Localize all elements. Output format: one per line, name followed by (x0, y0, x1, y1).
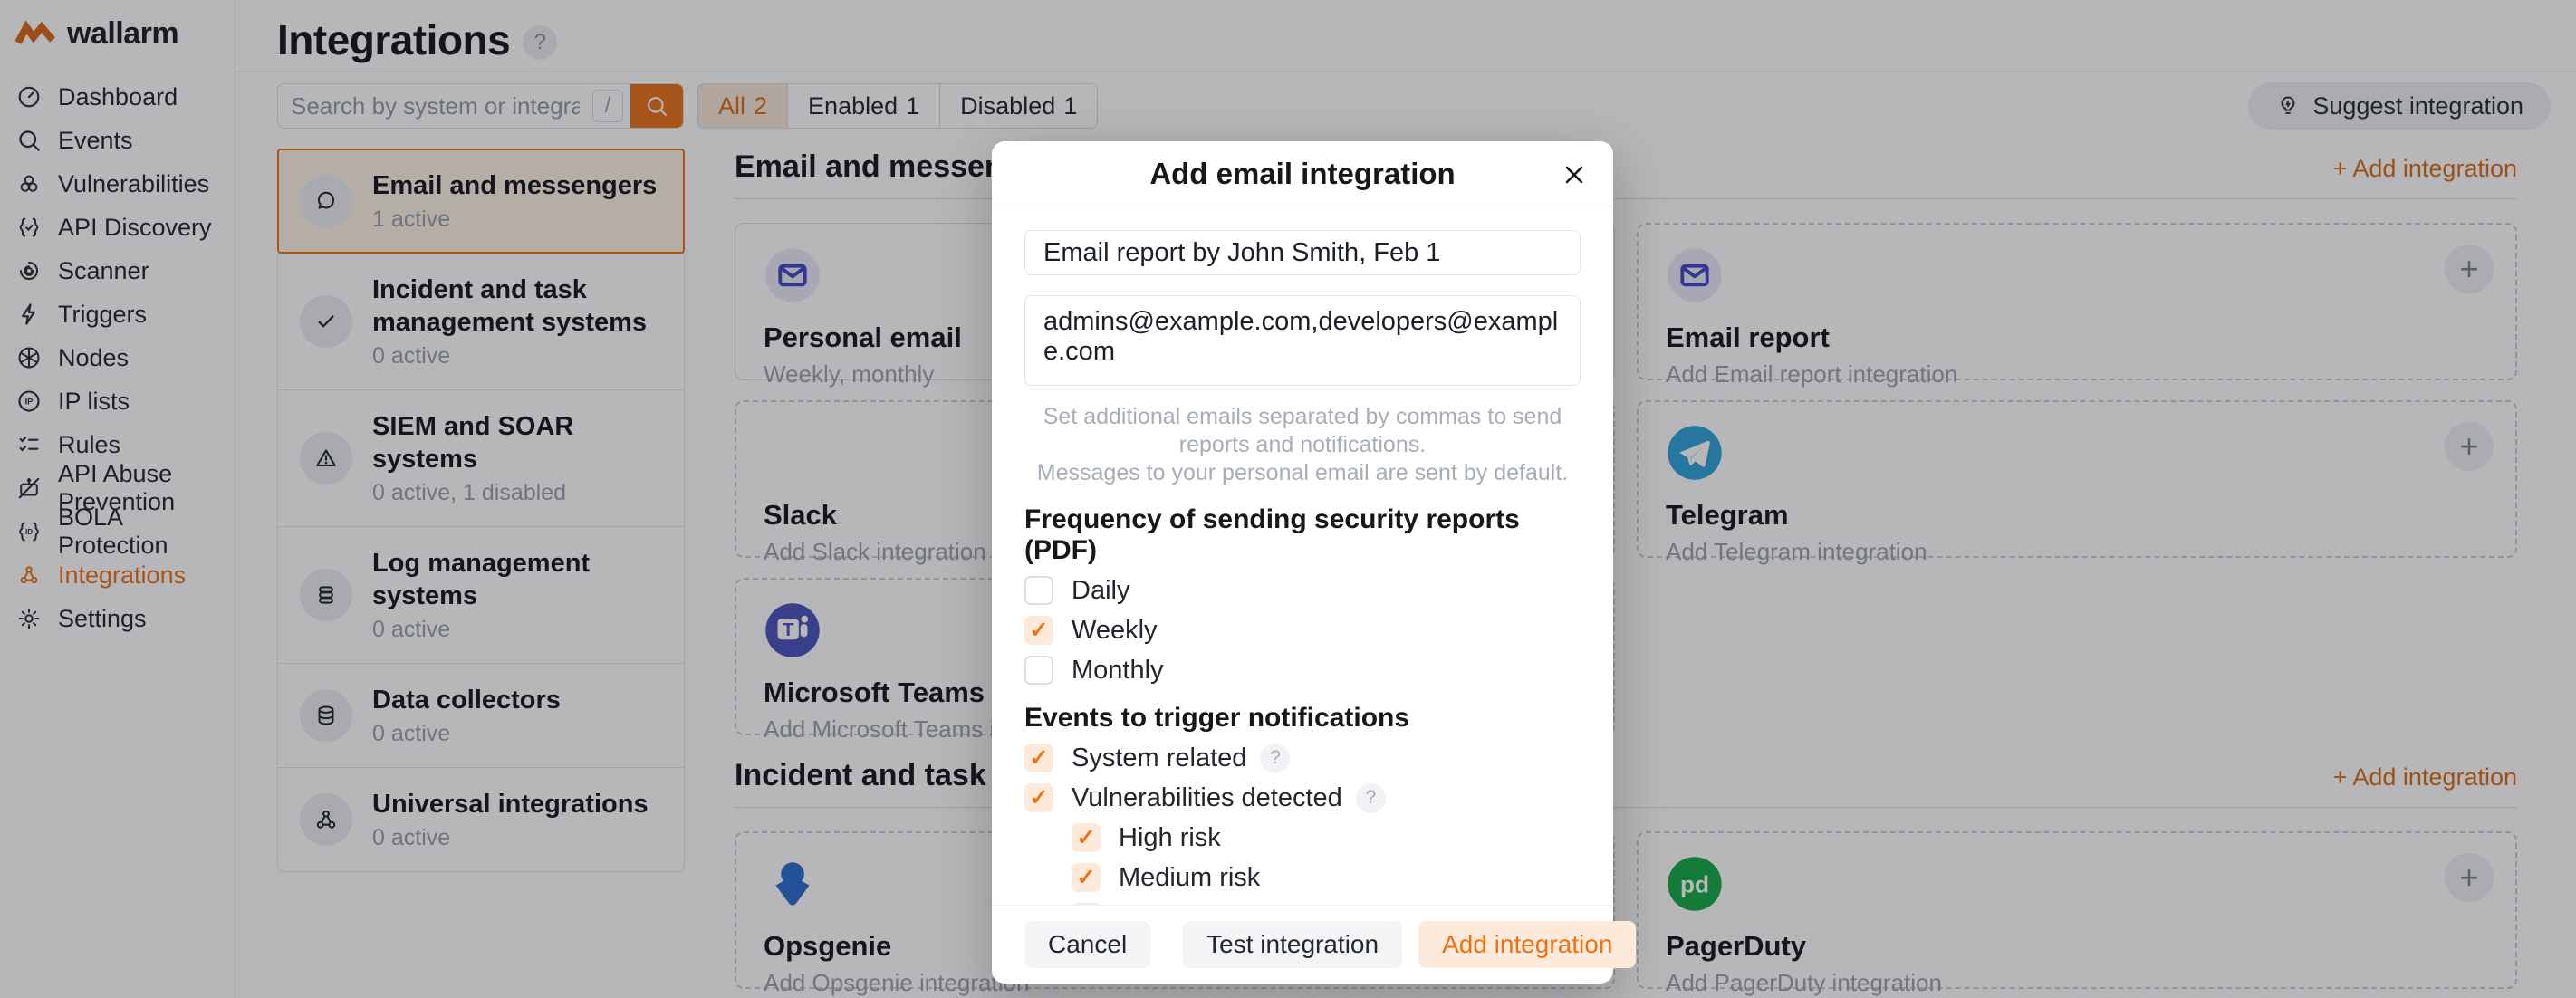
checkbox[interactable]: ✓ (1024, 576, 1053, 605)
checkbox[interactable]: ✓ (1072, 863, 1101, 892)
checkbox-label: System related (1072, 744, 1246, 773)
help-icon[interactable]: ? (1356, 783, 1386, 813)
event-options: ✓ System related ? ✓ Vulnerabilities det… (1024, 743, 1581, 905)
modal-body: admins@example.com,developers@example.co… (992, 206, 1613, 905)
modal-title: Add email integration (1149, 157, 1455, 191)
check-icon: ✓ (1030, 619, 1049, 642)
event-option[interactable]: ✓ Vulnerabilities detected ? (1024, 782, 1581, 813)
frequency-heading: Frequency of sending security reports (P… (1024, 504, 1581, 566)
event-option[interactable]: ✓ High risk (1024, 822, 1581, 853)
frequency-option[interactable]: ✓ Monthly (1024, 655, 1581, 686)
checkbox-label: Medium risk (1119, 863, 1260, 893)
test-integration-button[interactable]: Test integration (1183, 921, 1402, 968)
integrations-page: wallarm Dashboard Events Vulnerabilities… (0, 0, 2576, 998)
emails-help-text: Set additional emails separated by comma… (1024, 403, 1581, 487)
checkbox-label: Monthly (1072, 656, 1164, 686)
check-icon: ✓ (1030, 787, 1049, 810)
checkbox-label: Weekly (1072, 616, 1158, 646)
add-integration-button[interactable]: Add integration (1418, 921, 1636, 968)
event-option[interactable]: ✓ Medium risk (1024, 862, 1581, 893)
check-icon: ✓ (1077, 827, 1096, 849)
checkbox[interactable]: ✓ (1024, 616, 1053, 645)
close-icon[interactable] (1559, 159, 1590, 190)
checkbox-label: Vulnerabilities detected (1072, 783, 1342, 813)
check-icon: ✓ (1030, 747, 1049, 770)
frequency-option[interactable]: ✓ Daily (1024, 575, 1581, 606)
checkbox[interactable]: ✓ (1024, 783, 1053, 812)
event-option[interactable]: ✓ System related ? (1024, 743, 1581, 773)
check-icon: ✓ (1077, 867, 1096, 889)
frequency-option[interactable]: ✓ Weekly (1024, 615, 1581, 646)
checkbox[interactable]: ✓ (1072, 823, 1101, 852)
events-heading: Events to trigger notifications (1024, 703, 1581, 734)
checkbox-label: High risk (1119, 823, 1221, 853)
integration-name-input[interactable] (1024, 230, 1581, 275)
cancel-button[interactable]: Cancel (1024, 921, 1150, 968)
add-email-integration-modal: Add email integration admins@example.com… (992, 141, 1613, 984)
additional-emails-textarea[interactable]: admins@example.com,developers@example.co… (1024, 295, 1581, 386)
checkbox-label: Daily (1072, 576, 1129, 606)
help-icon[interactable]: ? (1260, 744, 1290, 773)
checkbox[interactable]: ✓ (1024, 656, 1053, 685)
modal-footer: Cancel Test integration Add integration (992, 905, 1613, 984)
frequency-options: ✓ Daily ✓ Weekly ✓ Monthly (1024, 575, 1581, 686)
checkbox[interactable]: ✓ (1024, 744, 1053, 772)
